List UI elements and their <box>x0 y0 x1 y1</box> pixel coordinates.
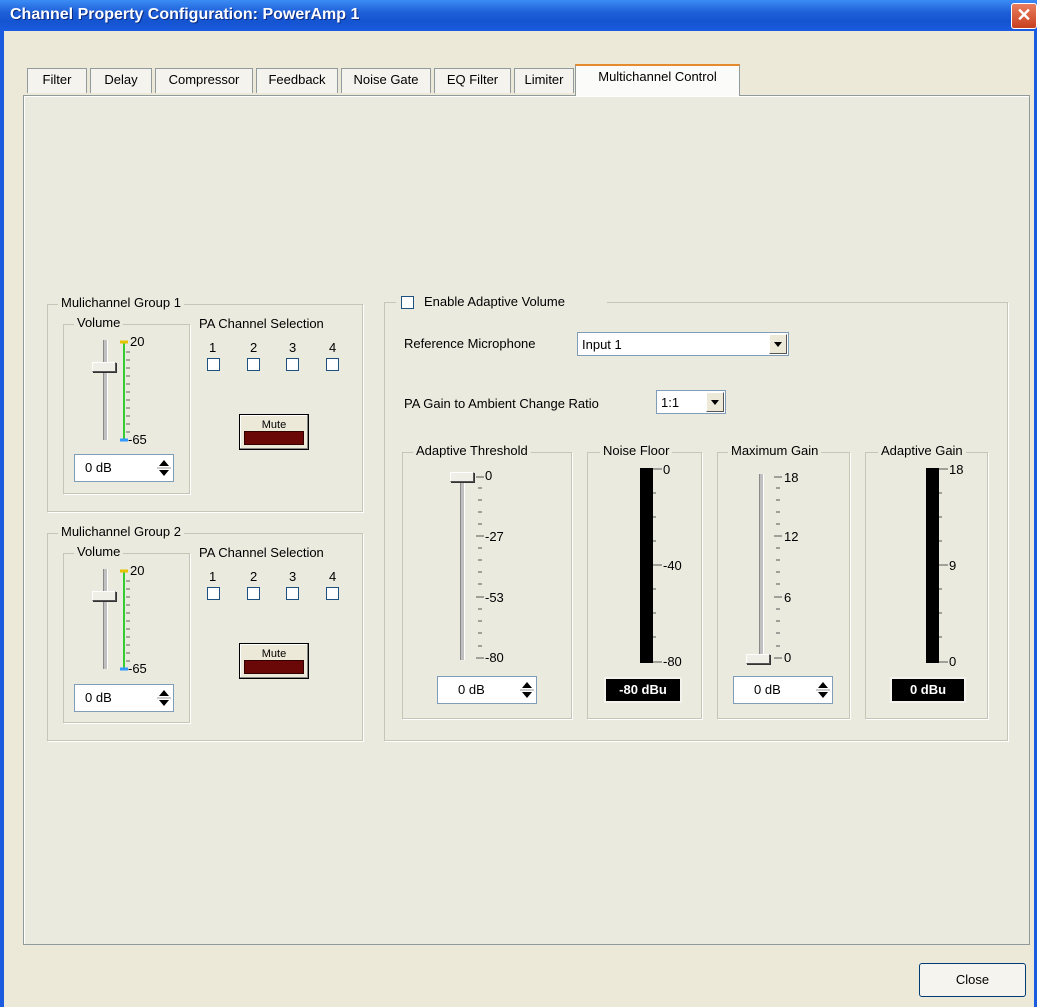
maximum-gain-spinbox[interactable]: 0 dB <box>733 676 833 704</box>
group-1-channel-2-label: 2 <box>250 340 258 355</box>
reference-microphone-select[interactable]: Input 1 <box>577 332 789 356</box>
threshold-scale-2: -53 <box>485 590 504 605</box>
threshold-scale-1: -27 <box>485 529 504 544</box>
group-2-pa-selection-label: PA Channel Selection <box>199 545 324 560</box>
close-icon[interactable]: ✕ <box>1011 3 1037 29</box>
group-2-volume-thumb[interactable] <box>92 591 116 601</box>
spin-arrows-icon[interactable] <box>157 457 171 479</box>
group-2-channel-1-checkbox[interactable] <box>207 587 220 600</box>
chevron-down-icon[interactable] <box>706 392 724 412</box>
group-1-channel-1-checkbox[interactable] <box>207 358 220 371</box>
group-1-mute-indicator <box>244 431 304 445</box>
adaptive-gain-scale-1: 9 <box>949 558 957 573</box>
noise-floor-scale-2: -80 <box>663 654 682 669</box>
group-1-scale-bottom: -65 <box>128 432 147 447</box>
group-2-volume-spinbox[interactable]: 0 dB <box>74 684 174 712</box>
enable-adaptive-volume-label: Enable Adaptive Volume <box>424 294 565 309</box>
tab-limiter[interactable]: Limiter <box>514 68 574 93</box>
group-2-mute-indicator <box>244 660 304 674</box>
noise-floor-scale-0: 0 <box>663 462 671 477</box>
threshold-scale-0: 0 <box>485 468 493 483</box>
group-2-title: Mulichannel Group 2 <box>58 524 184 539</box>
tab-filter[interactable]: Filter <box>27 68 87 93</box>
group-1-volume-track[interactable] <box>103 340 108 440</box>
group-1-mute-button[interactable]: Mute <box>239 414 309 450</box>
group-1-channel-3-checkbox[interactable] <box>286 358 299 371</box>
group-2-volume-value: 0 dB <box>85 690 112 705</box>
group-1-title: Mulichannel Group 1 <box>58 295 184 310</box>
group-1-scale-top: 20 <box>130 334 145 349</box>
pa-gain-ratio-select[interactable]: 1:1 <box>656 390 726 414</box>
adaptive-threshold-spinbox[interactable]: 0 dB <box>437 676 537 704</box>
spin-arrows-icon[interactable] <box>157 687 171 709</box>
group-1-channel-4-label: 4 <box>329 340 337 355</box>
adaptive-gain-ticks <box>939 468 948 663</box>
group-2-channel-4-checkbox[interactable] <box>326 587 339 600</box>
maximum-gain-title: Maximum Gain <box>728 443 822 458</box>
adaptive-gain-meter <box>926 468 939 663</box>
group-2-channel-4-label: 4 <box>329 569 337 584</box>
adaptive-gain-scale-0: 18 <box>949 462 964 477</box>
group-2-volume-scale <box>120 569 130 671</box>
chevron-down-icon[interactable] <box>769 334 787 354</box>
adaptive-gain-scale-2: 0 <box>949 654 957 669</box>
group-2-channel-1-label: 1 <box>209 569 217 584</box>
tab-noise-gate[interactable]: Noise Gate <box>341 68 431 93</box>
group-1-channel-4-checkbox[interactable] <box>326 358 339 371</box>
noise-floor-meter <box>640 468 653 663</box>
window-title: Channel Property Configuration: PowerAmp… <box>10 6 360 23</box>
window-frame-left <box>0 31 4 1007</box>
tab-compressor[interactable]: Compressor <box>155 68 253 93</box>
group-2-volume-label: Volume <box>74 544 124 559</box>
group-2-channel-2-label: 2 <box>250 569 258 584</box>
adaptive-gain-readout: 0 dBu <box>890 677 966 703</box>
max-gain-scale-3: 0 <box>784 650 792 665</box>
reference-microphone-label: Reference Microphone <box>404 336 536 351</box>
group-1-volume-thumb[interactable] <box>92 362 116 372</box>
group-1-pa-selection-label: PA Channel Selection <box>199 316 324 331</box>
max-gain-scale-1: 12 <box>784 529 799 544</box>
threshold-scale-3: -80 <box>485 650 504 665</box>
group-1-volume-value: 0 dB <box>85 460 112 475</box>
adaptive-gain-title: Adaptive Gain <box>878 443 966 458</box>
close-button[interactable]: Close <box>919 963 1026 997</box>
max-gain-scale-0: 18 <box>784 470 799 485</box>
pa-gain-ratio-label: PA Gain to Ambient Change Ratio <box>404 396 599 411</box>
group-2-mute-button[interactable]: Mute <box>239 643 309 679</box>
noise-floor-scale-1: -40 <box>663 558 682 573</box>
group-2-channel-2-checkbox[interactable] <box>247 587 260 600</box>
maximum-gain-ticks <box>774 476 782 659</box>
group-2-channel-3-label: 3 <box>289 569 297 584</box>
tab-multichannel-control[interactable]: Multichannel Control <box>575 64 740 96</box>
adaptive-threshold-ticks <box>476 476 484 659</box>
maximum-gain-thumb[interactable] <box>746 654 770 664</box>
spin-arrows-icon[interactable] <box>816 679 830 701</box>
group-1-volume-label: Volume <box>74 315 124 330</box>
tab-eq-filter[interactable]: EQ Filter <box>434 68 511 93</box>
adaptive-threshold-title: Adaptive Threshold <box>413 443 531 458</box>
adaptive-threshold-thumb[interactable] <box>450 472 474 482</box>
max-gain-scale-2: 6 <box>784 590 792 605</box>
noise-floor-readout: -80 dBu <box>604 677 682 703</box>
group-1-channel-2-checkbox[interactable] <box>247 358 260 371</box>
group-1-channel-3-label: 3 <box>289 340 297 355</box>
title-bar[interactable]: Channel Property Configuration: PowerAmp… <box>0 0 1037 31</box>
noise-floor-ticks <box>653 468 662 663</box>
group-2-scale-bottom: -65 <box>128 661 147 676</box>
noise-floor-title: Noise Floor <box>600 443 673 458</box>
group-1-volume-spinbox[interactable]: 0 dB <box>74 454 174 482</box>
group-2-scale-top: 20 <box>130 563 145 578</box>
spin-arrows-icon[interactable] <box>520 679 534 701</box>
group-1-channel-1-label: 1 <box>209 340 217 355</box>
tab-delay[interactable]: Delay <box>90 68 152 93</box>
group-2-volume-track[interactable] <box>103 569 108 669</box>
group-2-channel-3-checkbox[interactable] <box>286 587 299 600</box>
tab-feedback[interactable]: Feedback <box>256 68 338 93</box>
adaptive-threshold-track[interactable] <box>460 474 465 660</box>
maximum-gain-track[interactable] <box>759 474 764 660</box>
group-1-volume-scale <box>120 340 130 442</box>
enable-adaptive-volume-checkbox[interactable] <box>401 296 414 309</box>
